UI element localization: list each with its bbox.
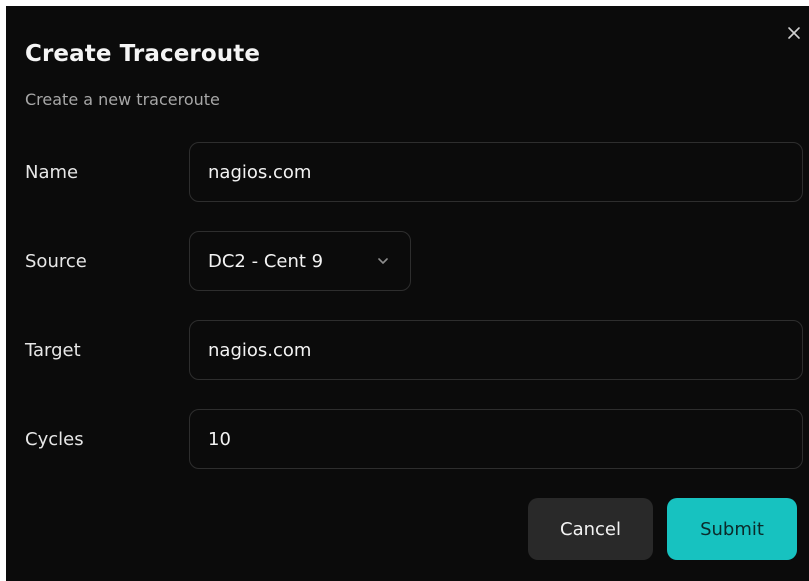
name-label: Name — [25, 162, 79, 183]
cycles-label: Cycles — [25, 429, 84, 450]
target-label: Target — [25, 340, 81, 361]
submit-button[interactable]: Submit — [667, 498, 797, 560]
close-icon — [788, 27, 800, 39]
close-button[interactable] — [785, 24, 803, 42]
source-select[interactable]: DC2 - Cent 9 — [189, 231, 411, 291]
name-input[interactable]: nagios.com — [189, 142, 803, 202]
create-traceroute-dialog: Create Traceroute Create a new tracerout… — [6, 6, 809, 581]
dialog-title: Create Traceroute — [25, 41, 261, 67]
cancel-button[interactable]: Cancel — [528, 498, 653, 560]
source-select-value: DC2 - Cent 9 — [208, 250, 324, 272]
dialog-subtitle: Create a new traceroute — [25, 90, 220, 109]
target-input-value: nagios.com — [208, 339, 312, 361]
name-input-value: nagios.com — [208, 161, 312, 183]
cycles-input-value: 10 — [208, 428, 231, 450]
target-input[interactable]: nagios.com — [189, 320, 803, 380]
chevron-down-icon — [374, 252, 392, 270]
source-label: Source — [25, 251, 87, 272]
cycles-input[interactable]: 10 — [189, 409, 803, 469]
